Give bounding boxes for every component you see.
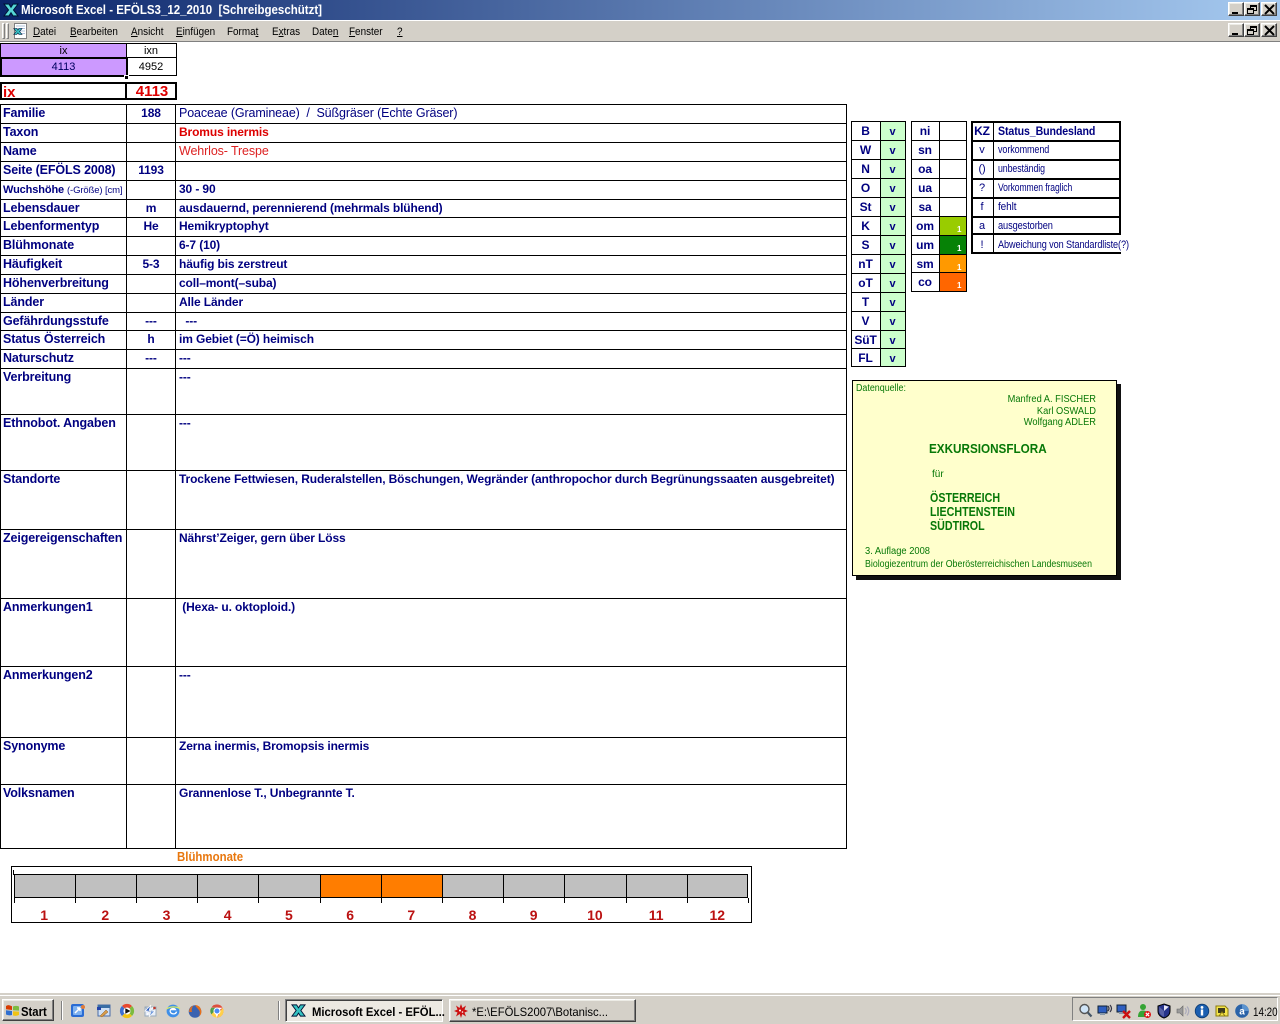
svg-text:a: a <box>1239 1007 1245 1018</box>
